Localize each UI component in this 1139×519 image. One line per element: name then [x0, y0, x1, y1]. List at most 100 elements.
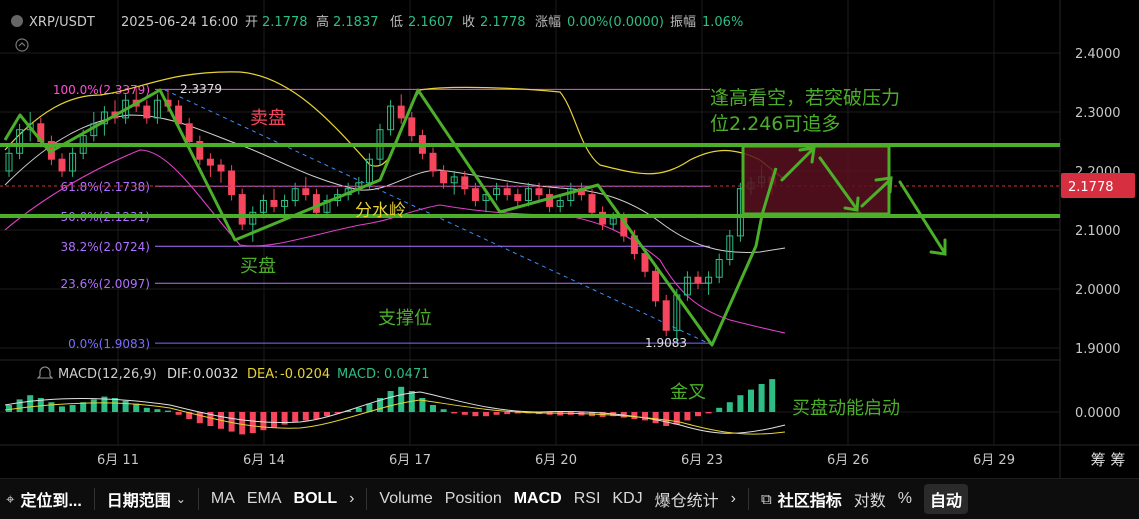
svg-text:6月 23: 6月 23: [681, 453, 723, 468]
svg-text:2.1000: 2.1000: [1075, 224, 1121, 239]
sub-indicators-more-icon[interactable]: ›: [725, 479, 742, 519]
macd-bar: [6, 405, 12, 412]
macd-bar: [122, 400, 129, 412]
auto-scale-button[interactable]: 自动: [923, 484, 968, 514]
svg-text:6月 11: 6月 11: [97, 453, 139, 468]
strategy-note-line2: 位2.246可追多: [710, 113, 840, 135]
current-price-tag: 2.1778: [1061, 173, 1135, 198]
svg-text:2.0000: 2.0000: [1075, 283, 1121, 298]
macd-bar: [557, 412, 564, 416]
macd-bar: [769, 379, 776, 412]
strategy-note-line1: 逢高看空，若突破压力: [710, 87, 900, 109]
toolbar-divider: [93, 488, 95, 510]
open-value: 2.1778: [262, 15, 308, 30]
price-chart[interactable]: XRP/USDT 2025-06-24 16:00 开 2.1778 高 2.1…: [0, 0, 1139, 478]
auto-scale-wrapper: 自动: [918, 479, 970, 519]
chevron-down-icon: ⌄: [175, 492, 186, 506]
main-indicators-more-icon[interactable]: ›: [343, 479, 360, 519]
sell-zone-label: 卖盘: [250, 108, 286, 129]
svg-text:6月 26: 6月 26: [827, 453, 869, 468]
macd-bar: [154, 409, 161, 412]
divide-label: 分水岭: [355, 201, 406, 221]
macd-bar: [48, 402, 55, 412]
fib-382-label: 38.2%(2.0724): [61, 240, 150, 254]
macd-bar: [196, 412, 203, 424]
macd-bar: [355, 407, 362, 412]
macd-bar: [239, 412, 246, 435]
macd-bar: [493, 412, 500, 415]
macd-axis-zero: 0.0000: [1075, 406, 1121, 421]
macd-bar: [695, 412, 701, 417]
macd-bar: [398, 386, 405, 412]
svg-text:1.9000: 1.9000: [1075, 342, 1121, 357]
svg-text:收: 收: [462, 15, 475, 30]
macd-bar: [59, 406, 65, 412]
indicator-kdj[interactable]: KDJ: [606, 479, 648, 519]
amplitude-value: 1.06%: [702, 15, 743, 30]
svg-text:MACD:: MACD:: [337, 367, 380, 382]
candle: [238, 188, 246, 230]
macd-bar: [69, 405, 76, 412]
svg-text:2.3000: 2.3000: [1075, 106, 1121, 121]
indicator-position[interactable]: Position: [439, 479, 508, 519]
date-range-dropdown[interactable]: 日期范围 ⌄: [101, 479, 192, 519]
indicator-rsi[interactable]: RSI: [568, 479, 607, 519]
macd-bar: [324, 412, 330, 417]
svg-text:低: 低: [390, 15, 403, 30]
datetime-label: 2025-06-24 16:00: [121, 15, 238, 30]
toolbar-divider: [747, 488, 749, 510]
support-label: 支撑位: [378, 308, 432, 329]
svg-text:2.1778: 2.1778: [1068, 180, 1114, 195]
macd-bar: [80, 402, 87, 412]
macd-bar: [758, 384, 765, 412]
macd-bar: [271, 412, 277, 428]
close-value: 2.1778: [480, 15, 526, 30]
svg-text:DEA:: DEA:: [247, 367, 278, 382]
indicator-boll[interactable]: BOLL: [288, 479, 344, 519]
macd-bar: [684, 412, 691, 421]
candle: [662, 294, 670, 337]
toolbar-divider: [366, 488, 368, 510]
axis-corner-label[interactable]: 筹 筹: [1091, 451, 1126, 469]
fib-0-label: 0.0%(1.9083): [68, 337, 150, 351]
ohlc-header: XRP/USDT 2025-06-24 16:00 开 2.1778 高 2.1…: [11, 14, 743, 30]
percent-scale-toggle[interactable]: %: [892, 479, 918, 519]
macd-bar: [112, 398, 118, 412]
external-link-icon: ⧉: [760, 490, 772, 508]
log-scale-toggle[interactable]: 对数: [848, 479, 892, 519]
svg-text:DIF:: DIF:: [167, 367, 192, 382]
svg-text:6月 29: 6月 29: [973, 453, 1015, 468]
macd-bar: [642, 412, 648, 421]
macd-bar: [133, 403, 140, 412]
macd-bar: [663, 412, 670, 426]
macd-bar: [16, 399, 23, 412]
svg-text:2.4000: 2.4000: [1075, 47, 1121, 62]
indicator-ema[interactable]: EMA: [241, 479, 288, 519]
macd-bar: [673, 412, 680, 425]
svg-text:6月 14: 6月 14: [243, 453, 285, 468]
macd-bar: [430, 405, 436, 412]
indicator-liquidation[interactable]: 爆仓统计: [649, 479, 725, 519]
macd-bar: [90, 399, 97, 412]
svg-text:-0.0204: -0.0204: [280, 367, 330, 382]
community-indicators-button[interactable]: ⧉ 社区指标: [755, 479, 848, 519]
macd-bar: [27, 395, 34, 412]
buy-zone-label: 买盘: [240, 256, 276, 277]
buy-momentum-label: 买盘动能启动: [792, 398, 900, 419]
indicator-volume[interactable]: Volume: [373, 479, 438, 519]
indicator-macd[interactable]: MACD: [508, 479, 568, 519]
indicator-ma[interactable]: MA: [205, 479, 241, 519]
svg-text:6月 20: 6月 20: [535, 453, 577, 468]
macd-bar: [440, 409, 447, 412]
svg-text:高: 高: [316, 14, 329, 30]
locate-icon: ⌖: [6, 490, 15, 508]
macd-header: MACD(12,26,9) DIF: 0.0032 DEA: -0.0204 M…: [36, 366, 430, 382]
macd-bar: [472, 412, 479, 417]
svg-text:开: 开: [245, 15, 258, 30]
macd-bar: [451, 412, 458, 414]
toolbar-divider: [197, 488, 199, 510]
candle: [652, 265, 660, 307]
locate-button[interactable]: ⌖ 定位到...: [0, 479, 88, 519]
fib-low-marker: 1.9083: [645, 336, 687, 350]
macd-bar: [652, 412, 659, 424]
